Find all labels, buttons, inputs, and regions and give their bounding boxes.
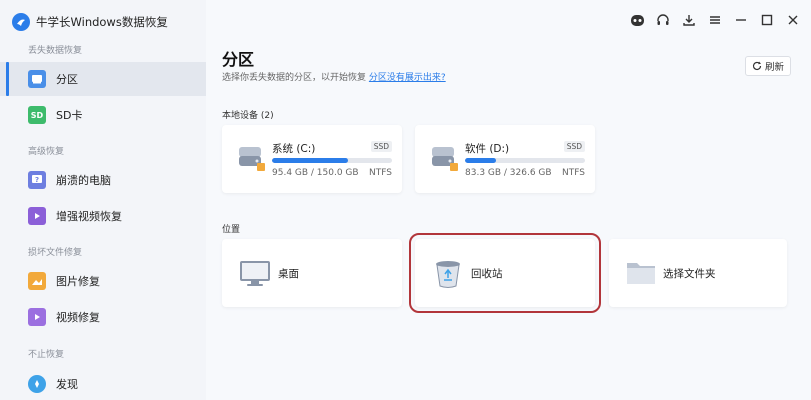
page-title: 分区 xyxy=(222,50,255,69)
drive-card-c[interactable]: 系统 (C:) SSD 95.4 GB / 150.0 GB NTFS xyxy=(222,125,402,193)
video-repair-icon xyxy=(28,308,46,326)
drive-usage-bar xyxy=(272,158,392,163)
section-label-advanced: 高级恢复 xyxy=(28,147,65,157)
desktop-icon xyxy=(240,261,270,286)
discover-icon xyxy=(28,375,46,393)
local-devices-label: 本地设备 (2) xyxy=(222,111,274,121)
location-card-desktop[interactable]: 桌面 xyxy=(222,239,402,307)
drive-usage-fill xyxy=(272,158,349,163)
sidebar-item-sd-card[interactable]: SD SD卡 xyxy=(0,98,206,132)
sidebar-item-label: 增强视频恢复 xyxy=(56,210,122,223)
main-panel: 分区 选择你丢失数据的分区，以开始恢复 分区没有展示出来? 刷新 本地设备 (2… xyxy=(206,0,811,400)
sidebar-item-photo-repair[interactable]: 图片修复 xyxy=(0,264,206,298)
video-recovery-icon xyxy=(28,207,46,225)
section-label-more: 不止恢复 xyxy=(28,350,65,360)
window-controls xyxy=(629,12,801,28)
section-label-lost-data: 丢失数据恢复 xyxy=(28,46,83,56)
app-logo-icon xyxy=(12,13,30,31)
section-label-repair: 损坏文件修复 xyxy=(28,248,83,258)
drive-size: 83.3 GB / 326.6 GB xyxy=(465,168,552,178)
refresh-icon xyxy=(752,61,762,71)
drive-name: 软件 (D:) xyxy=(465,143,510,155)
svg-text:?: ? xyxy=(35,176,39,184)
drive-filesystem: NTFS xyxy=(369,168,392,178)
assistant-icon[interactable] xyxy=(629,12,645,28)
sidebar-item-label: 分区 xyxy=(56,73,78,86)
photo-repair-icon xyxy=(28,272,46,290)
headset-icon[interactable] xyxy=(655,12,671,28)
sidebar-item-label: SD卡 xyxy=(56,109,83,122)
refresh-label: 刷新 xyxy=(764,62,784,73)
sidebar-item-crashed-pc[interactable]: ? 崩溃的电脑 xyxy=(0,163,206,197)
partition-icon xyxy=(28,70,46,88)
hard-drive-icon xyxy=(239,147,265,171)
download-icon[interactable] xyxy=(681,12,697,28)
close-icon[interactable] xyxy=(785,12,801,28)
location-label: 位置 xyxy=(222,225,241,235)
minimize-icon[interactable] xyxy=(733,12,749,28)
partition-missing-link[interactable]: 分区没有展示出来? xyxy=(369,73,446,83)
sidebar-item-discover[interactable]: 发现 xyxy=(0,367,206,400)
drive-type-badge: SSD xyxy=(370,141,392,152)
sidebar-item-partition[interactable]: 分区 xyxy=(0,62,206,96)
drive-type-badge: SSD xyxy=(563,141,585,152)
drive-name: 系统 (C:) xyxy=(272,143,316,155)
location-card-recycle-bin[interactable]: 回收站 xyxy=(409,233,601,313)
maximize-icon[interactable] xyxy=(759,12,775,28)
location-label-text: 回收站 xyxy=(471,267,503,280)
page-subtitle: 选择你丢失数据的分区，以开始恢复 分区没有展示出来? xyxy=(222,70,446,83)
app-title: 牛学长Windows数据恢复 xyxy=(12,10,168,34)
sd-card-icon: SD xyxy=(28,106,46,124)
sidebar-item-label: 视频修复 xyxy=(56,311,100,324)
drive-card-d[interactable]: 软件 (D:) SSD 83.3 GB / 326.6 GB NTFS xyxy=(415,125,595,193)
drive-usage-bar xyxy=(465,158,585,163)
sidebar-item-video-repair[interactable]: 视频修复 xyxy=(0,300,206,334)
app-title-text: 牛学长Windows数据恢复 xyxy=(36,15,168,29)
drive-usage-fill xyxy=(465,158,496,163)
sidebar: 牛学长Windows数据恢复 丢失数据恢复 分区 SD SD卡 高级恢复 ? 崩… xyxy=(0,0,206,400)
recycle-bin-icon xyxy=(436,261,460,288)
folder-icon xyxy=(627,263,655,284)
sidebar-item-label: 图片修复 xyxy=(56,275,100,288)
sidebar-item-label: 崩溃的电脑 xyxy=(56,174,111,187)
location-card-select-folder[interactable]: 选择文件夹 xyxy=(609,239,787,307)
sidebar-item-video-recovery[interactable]: 增强视频恢复 xyxy=(0,199,206,233)
sidebar-item-label: 发现 xyxy=(56,378,78,391)
crashed-pc-icon: ? xyxy=(28,171,46,189)
page-subtitle-text: 选择你丢失数据的分区，以开始恢复 xyxy=(222,73,367,83)
drive-filesystem: NTFS xyxy=(562,168,585,178)
refresh-button[interactable]: 刷新 xyxy=(745,56,791,76)
menu-icon[interactable] xyxy=(707,12,723,28)
drive-size: 95.4 GB / 150.0 GB xyxy=(272,168,359,178)
location-label-text: 桌面 xyxy=(278,267,299,280)
hard-drive-icon xyxy=(432,147,458,171)
location-label-text: 选择文件夹 xyxy=(663,267,716,280)
